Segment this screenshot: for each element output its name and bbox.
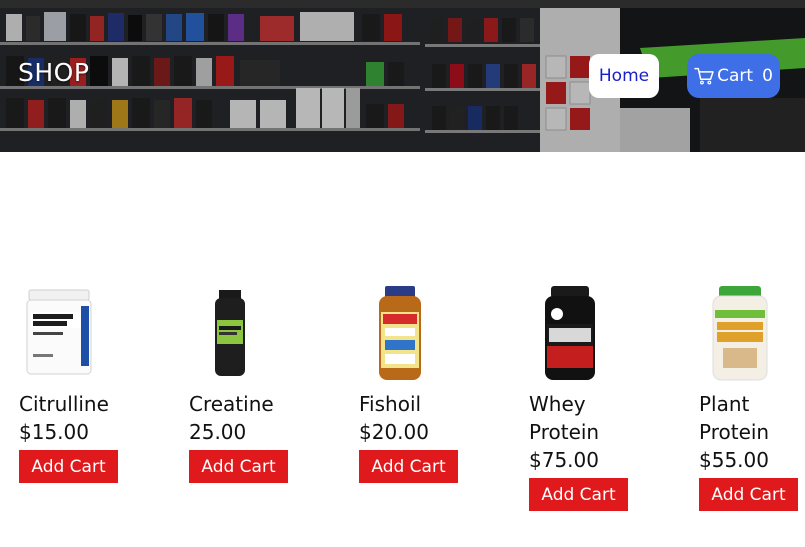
product-name: Whey Protein [529, 392, 600, 444]
product-card: Fishoil $20.00 Add Cart [359, 284, 479, 483]
product-name: Citrulline [19, 392, 109, 416]
product-price: $55.00 [699, 448, 769, 472]
product-name: Plant Protein [699, 392, 770, 444]
creatine-bottle-icon[interactable] [189, 284, 271, 382]
home-button[interactable]: Home [589, 54, 659, 98]
plant-protein-tub-icon[interactable] [699, 284, 781, 382]
add-cart-button[interactable]: Add Cart [529, 478, 628, 511]
product-card: Citrulline $15.00 Add Cart [19, 284, 139, 483]
hero-overlay [0, 8, 805, 152]
add-cart-button[interactable]: Add Cart [19, 450, 118, 483]
top-bar [0, 0, 805, 8]
hero-banner [0, 8, 805, 152]
cart-count: 0 [762, 66, 773, 86]
whey-tub-icon[interactable] [529, 284, 611, 382]
product-card: Plant Protein $55.00 Add Cart [699, 284, 805, 511]
fishoil-bottle-icon[interactable] [359, 284, 441, 382]
product-name: Creatine [189, 392, 274, 416]
citrulline-tub-icon[interactable] [19, 284, 101, 382]
page-title: SHOP [18, 58, 90, 87]
product-card: Creatine 25.00 Add Cart [189, 284, 309, 483]
add-cart-button[interactable]: Add Cart [189, 450, 288, 483]
product-price: $15.00 [19, 420, 89, 444]
add-cart-button[interactable]: Add Cart [359, 450, 458, 483]
product-name: Fishoil [359, 392, 422, 416]
product-card: Whey Protein $75.00 Add Cart [529, 284, 649, 511]
add-cart-button[interactable]: Add Cart [699, 478, 798, 511]
cart-icon [694, 67, 714, 85]
product-price: $20.00 [359, 420, 429, 444]
product-price: 25.00 [189, 420, 247, 444]
product-price: $75.00 [529, 448, 599, 472]
cart-button[interactable]: Cart 0 [687, 54, 780, 98]
cart-label: Cart [717, 66, 754, 86]
